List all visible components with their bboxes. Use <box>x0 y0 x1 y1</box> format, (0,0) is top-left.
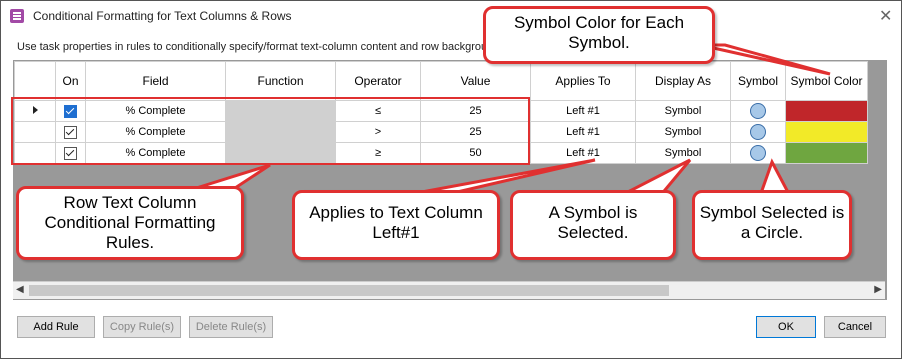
rules-grid: On Field Function Operator Value Applies… <box>13 60 887 300</box>
display-as-cell[interactable]: Symbol <box>635 142 731 164</box>
scroll-left-icon[interactable]: ◀ <box>16 284 24 295</box>
display-as-cell[interactable]: Symbol <box>635 100 731 122</box>
symbol-selected-callout: A Symbol is Selected. <box>510 190 676 260</box>
app-icon <box>10 9 24 23</box>
copy-rule-button[interactable]: Copy Rule(s) <box>103 316 181 338</box>
symbol-color-cell[interactable] <box>785 121 868 143</box>
col-header-field[interactable]: Field <box>85 61 226 101</box>
row-text-rules-callout: Row Text Column Conditional Formatting R… <box>16 186 244 260</box>
symbol-cell[interactable] <box>730 100 786 122</box>
scrollbar-thumb[interactable] <box>29 285 669 296</box>
col-header-symbol[interactable]: Symbol <box>730 61 786 101</box>
symbol-color-callout: Symbol Color for Each Symbol. <box>483 6 715 64</box>
symbol-cell[interactable] <box>730 142 786 164</box>
circle-callout: Symbol Selected is a Circle. <box>692 190 852 260</box>
applies-to-cell[interactable]: Left #1 <box>530 121 636 143</box>
ok-button[interactable]: OK <box>756 316 816 338</box>
color-swatch <box>786 101 867 121</box>
col-header-function[interactable]: Function <box>225 61 336 101</box>
circle-symbol-icon <box>750 103 766 119</box>
close-icon[interactable]: ✕ <box>879 6 892 26</box>
instruction-text: Use task properties in rules to conditio… <box>17 41 500 53</box>
symbol-color-cell[interactable] <box>785 142 868 164</box>
symbol-cell[interactable] <box>730 121 786 143</box>
applies-to-callout: Applies to Text Column Left#1 <box>292 190 500 260</box>
color-swatch <box>786 143 867 163</box>
applies-to-cell[interactable]: Left #1 <box>530 100 636 122</box>
window-title: Conditional Formatting for Text Columns … <box>33 9 292 23</box>
delete-rule-button[interactable]: Delete Rule(s) <box>189 316 273 338</box>
horizontal-scrollbar[interactable]: ◀ ▶ <box>13 281 885 299</box>
col-header-symbol-color[interactable]: Symbol Color <box>785 61 868 101</box>
circle-symbol-icon <box>750 124 766 140</box>
row-header-corner <box>14 61 56 101</box>
add-rule-button[interactable]: Add Rule <box>17 316 95 338</box>
col-header-operator[interactable]: Operator <box>335 61 421 101</box>
symbol-color-cell[interactable] <box>785 100 868 122</box>
col-header-applies-to[interactable]: Applies To <box>530 61 636 101</box>
display-as-cell[interactable]: Symbol <box>635 121 731 143</box>
col-header-value[interactable]: Value <box>420 61 531 101</box>
circle-symbol-icon <box>750 145 766 161</box>
cancel-button[interactable]: Cancel <box>824 316 886 338</box>
col-header-on[interactable]: On <box>55 61 86 101</box>
header-row: On Field Function Operator Value Applies… <box>14 61 868 101</box>
rows-highlight-box <box>11 97 530 165</box>
col-header-display-as[interactable]: Display As <box>635 61 731 101</box>
color-swatch <box>786 122 867 142</box>
applies-to-cell[interactable]: Left #1 <box>530 142 636 164</box>
title-bar: Conditional Formatting for Text Columns … <box>1 1 901 31</box>
scroll-right-icon[interactable]: ▶ <box>874 284 882 295</box>
